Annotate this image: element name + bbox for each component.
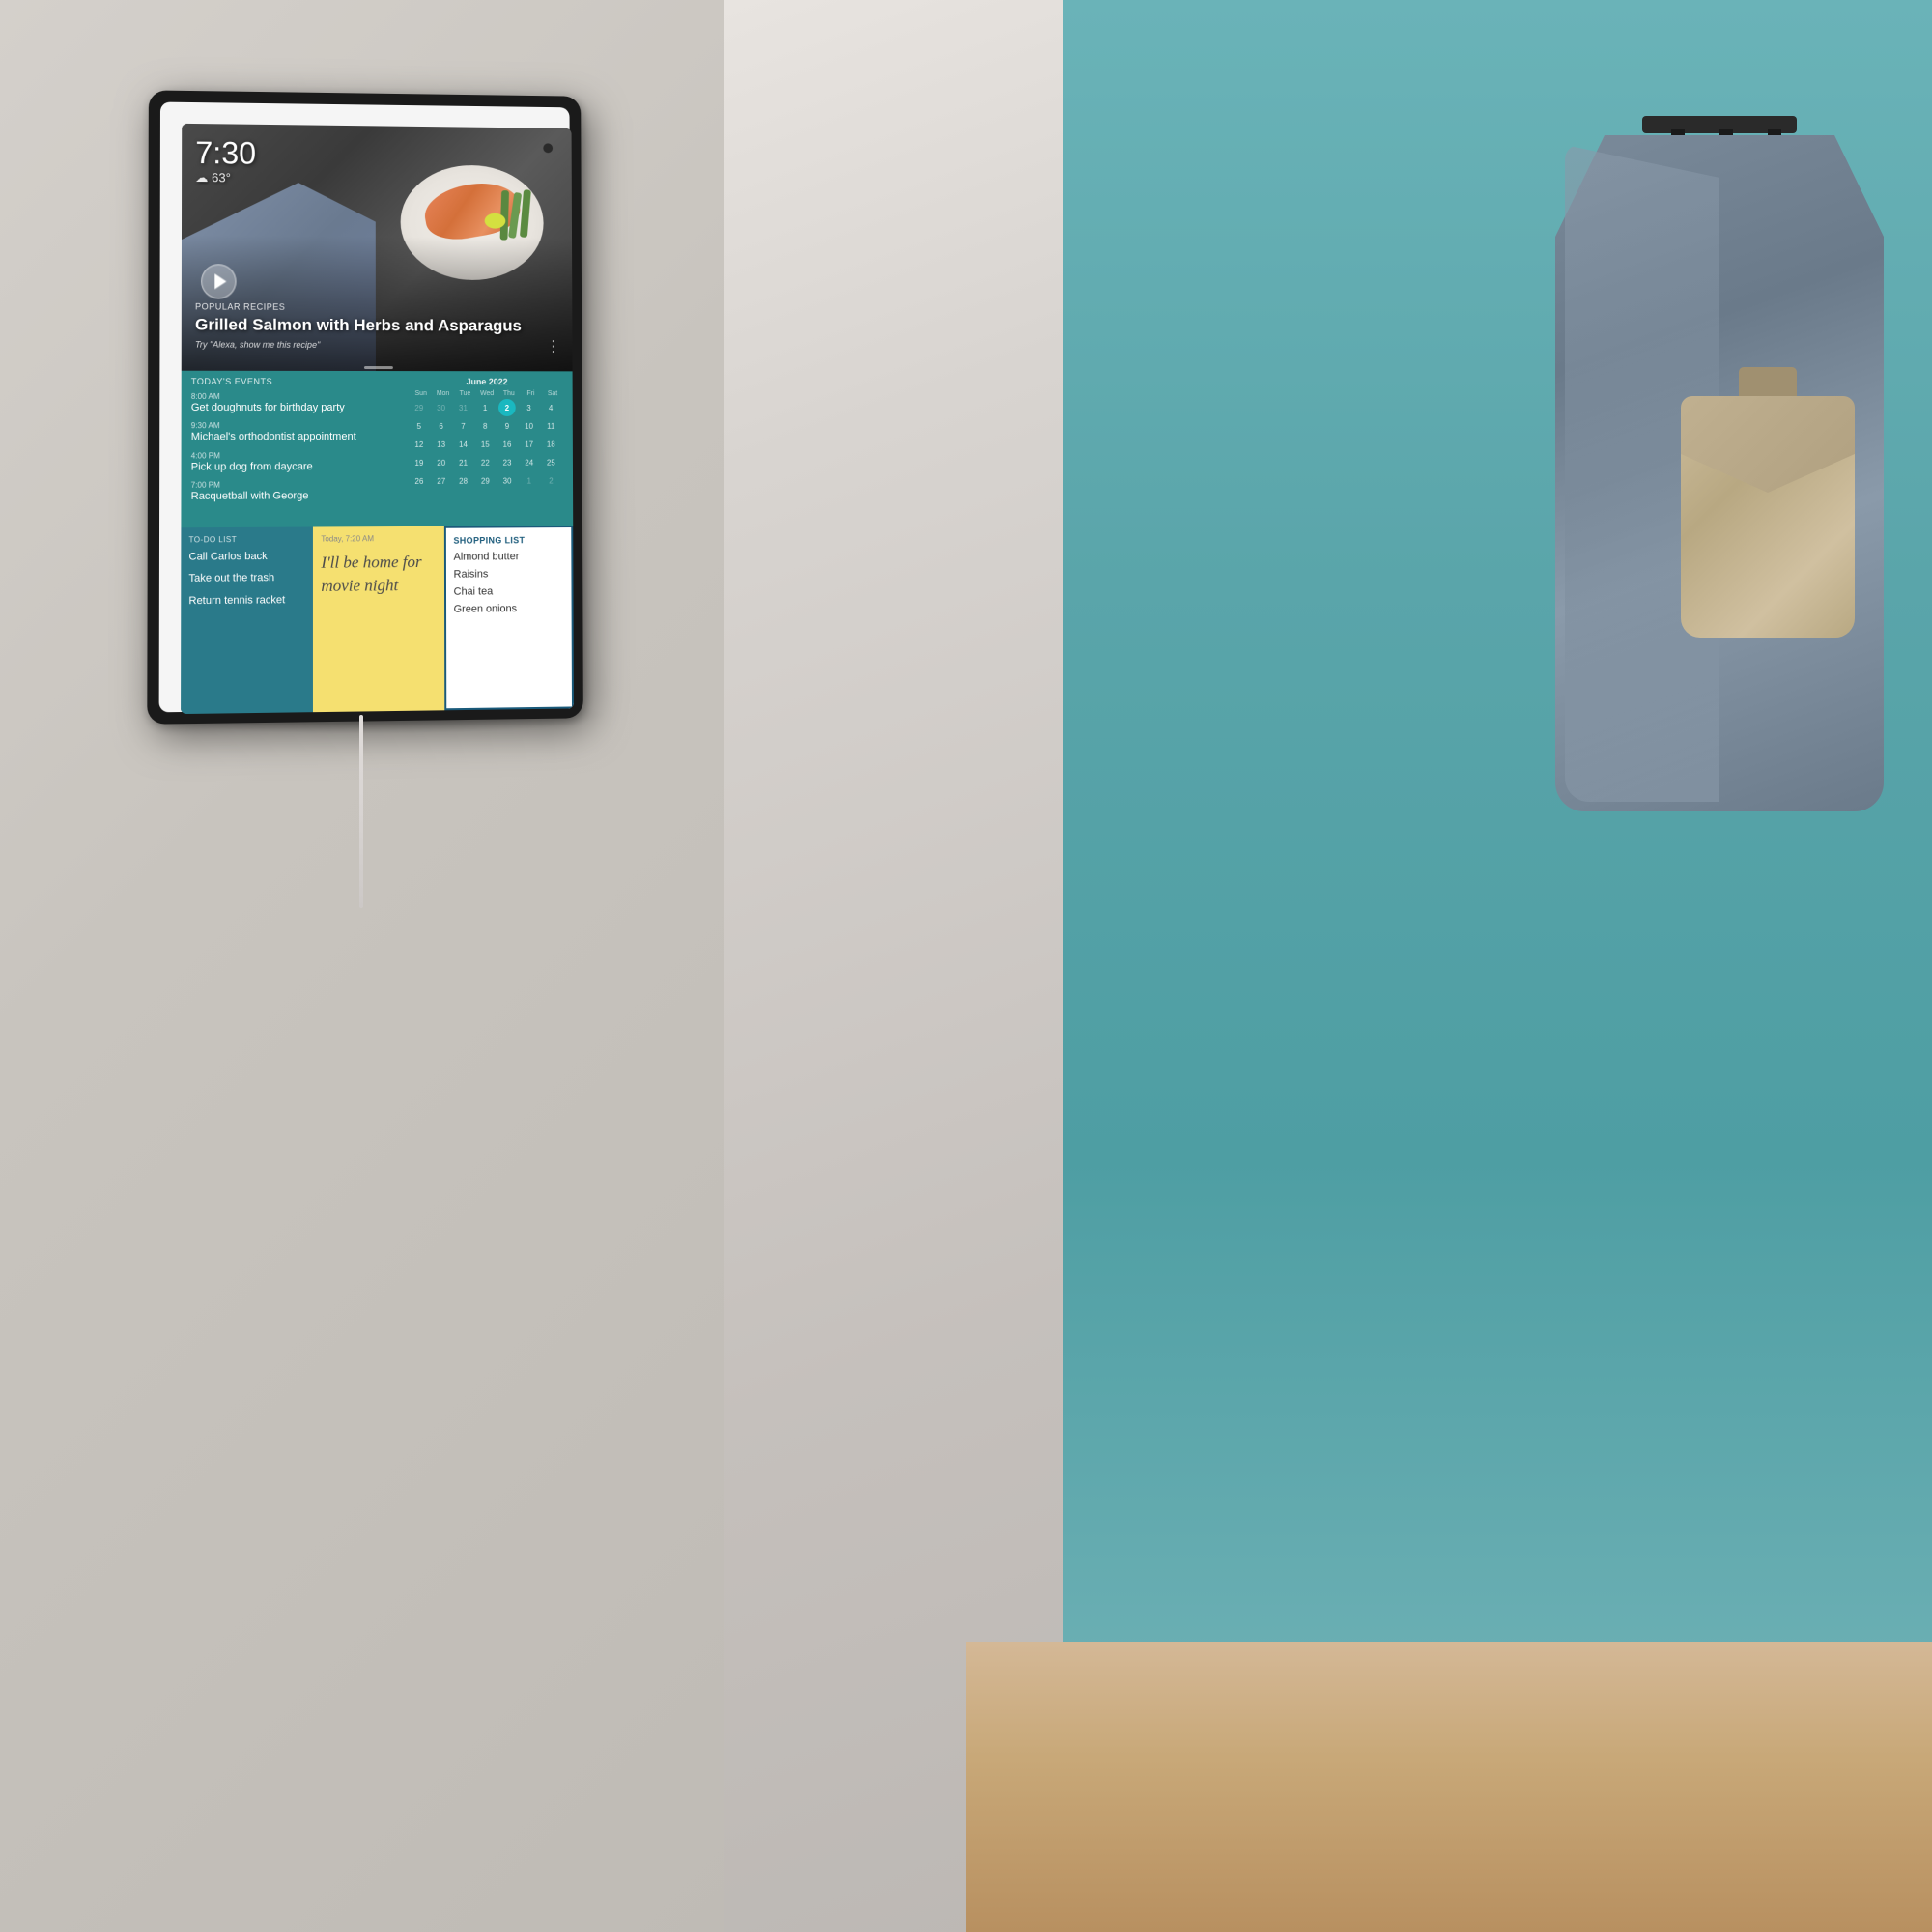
play-button[interactable] — [201, 264, 236, 298]
temperature-text: 63° — [212, 170, 231, 185]
todo-item-3: Return tennis racket — [188, 593, 305, 609]
cal-day-23: 23 — [498, 454, 516, 471]
cal-day-30: 30 — [433, 399, 450, 416]
event-title-4: Racquetball with George — [191, 488, 564, 503]
calendar-month-label: June 2022 — [411, 377, 563, 386]
play-icon — [214, 273, 226, 289]
shopping-widget[interactable]: Shopping List Almond butter Raisins Chai… — [443, 526, 573, 710]
time-text: 7:30 — [195, 137, 256, 169]
cal-day-8: 8 — [476, 417, 494, 435]
cal-label-sun: Sun — [411, 390, 432, 397]
note-timestamp: Today, 7:20 AM — [321, 534, 436, 544]
cloud-icon: ☁ — [195, 170, 208, 185]
cal-day-24: 24 — [521, 454, 538, 471]
note-text: I'll be home for movie night — [321, 551, 436, 598]
cal-day-20: 20 — [433, 454, 450, 471]
cal-day-22: 22 — [476, 454, 494, 471]
cal-day-19: 19 — [411, 454, 428, 471]
hero-section[interactable]: 7:30 ☁ 63° Popular Recipes Grilled Salmo… — [182, 124, 573, 372]
cal-day-7: 7 — [455, 417, 472, 435]
cal-day-13: 13 — [433, 436, 450, 453]
cal-day-9: 9 — [498, 417, 516, 435]
calendar-grid: 29 30 31 1 2 3 4 5 6 7 8 9 — [411, 399, 563, 490]
cal-day-25: 25 — [542, 454, 559, 471]
todo-item-1: Call Carlos back — [188, 550, 305, 564]
calendar-days-header: Sun Mon Tue Wed Thu Fri Sat — [411, 390, 563, 397]
cal-day-18: 18 — [542, 436, 559, 453]
lemon — [485, 213, 506, 229]
weather-text: ☁ 63° — [195, 170, 256, 186]
cal-day-14: 14 — [455, 436, 472, 453]
power-cord — [359, 715, 363, 908]
todo-label: To-Do List — [189, 535, 306, 545]
scroll-indicator — [364, 366, 393, 369]
cal-day-28: 28 — [455, 472, 472, 490]
shopping-item-1: Almond butter — [453, 551, 563, 563]
cal-day-3: 3 — [521, 399, 538, 416]
cal-label-wed: Wed — [476, 390, 497, 397]
cal-day-29: 29 — [411, 399, 428, 416]
cal-label-tue: Tue — [454, 390, 475, 397]
cal-day-4: 4 — [542, 399, 559, 416]
camera-dot — [543, 143, 553, 153]
cal-day-2-today[interactable]: 2 — [498, 399, 516, 416]
recipe-info: Popular Recipes Grilled Salmon with Herb… — [195, 301, 522, 351]
cal-day-17: 17 — [521, 436, 538, 453]
cal-day-31: 31 — [455, 399, 472, 416]
cal-day-21: 21 — [455, 454, 472, 471]
cal-day-27: 27 — [433, 472, 450, 490]
recipe-title: Grilled Salmon with Herbs and Asparagus — [195, 315, 522, 336]
bag — [1662, 367, 1874, 638]
cal-day-12: 12 — [411, 436, 428, 453]
shopping-label: Shopping List — [453, 535, 563, 546]
cal-label-mon: Mon — [433, 390, 454, 397]
shopping-item-2: Raisins — [454, 568, 564, 581]
shopping-item-4: Green onions — [454, 603, 564, 615]
cal-day-5: 5 — [411, 417, 428, 435]
time-weather-display: 7:30 ☁ 63° — [195, 137, 256, 186]
cal-day-30b: 30 — [498, 472, 516, 490]
cal-day-16: 16 — [498, 436, 516, 453]
cal-day-1b: 1 — [521, 472, 538, 490]
cal-label-sat: Sat — [542, 390, 563, 397]
device-screen[interactable]: 7:30 ☁ 63° Popular Recipes Grilled Salmo… — [181, 124, 574, 714]
note-widget[interactable]: Today, 7:20 AM I'll be home for movie ni… — [313, 526, 444, 712]
echo-show-device: 7:30 ☁ 63° Popular Recipes Grilled Salmo… — [147, 90, 583, 724]
more-options-button[interactable]: ⋮ — [546, 337, 561, 356]
cal-day-6: 6 — [433, 417, 450, 435]
cal-day-26: 26 — [411, 472, 428, 490]
recipe-hint: Try "Alexa, show me this recipe" — [195, 340, 522, 351]
floor — [966, 1642, 1932, 1932]
device-mat: 7:30 ☁ 63° Popular Recipes Grilled Salmo… — [159, 102, 572, 713]
recipe-category: Popular Recipes — [195, 301, 522, 312]
todo-widget[interactable]: To-Do List Call Carlos back Take out the… — [181, 527, 313, 715]
cal-day-1: 1 — [476, 399, 494, 416]
cal-day-29b: 29 — [476, 472, 494, 490]
cal-day-2b: 2 — [543, 471, 560, 489]
todo-item-2: Take out the trash — [188, 571, 305, 585]
calendar-widget: June 2022 Sun Mon Tue Wed Thu Fri Sat — [411, 377, 563, 490]
shopping-item-3: Chai tea — [454, 585, 564, 598]
cal-day-11: 11 — [542, 417, 559, 435]
cal-day-15: 15 — [476, 436, 494, 453]
cal-day-10: 10 — [521, 417, 538, 435]
widgets-row: To-Do List Call Carlos back Take out the… — [181, 526, 574, 714]
cal-label-thu: Thu — [498, 390, 520, 397]
cal-label-fri: Fri — [521, 390, 542, 397]
